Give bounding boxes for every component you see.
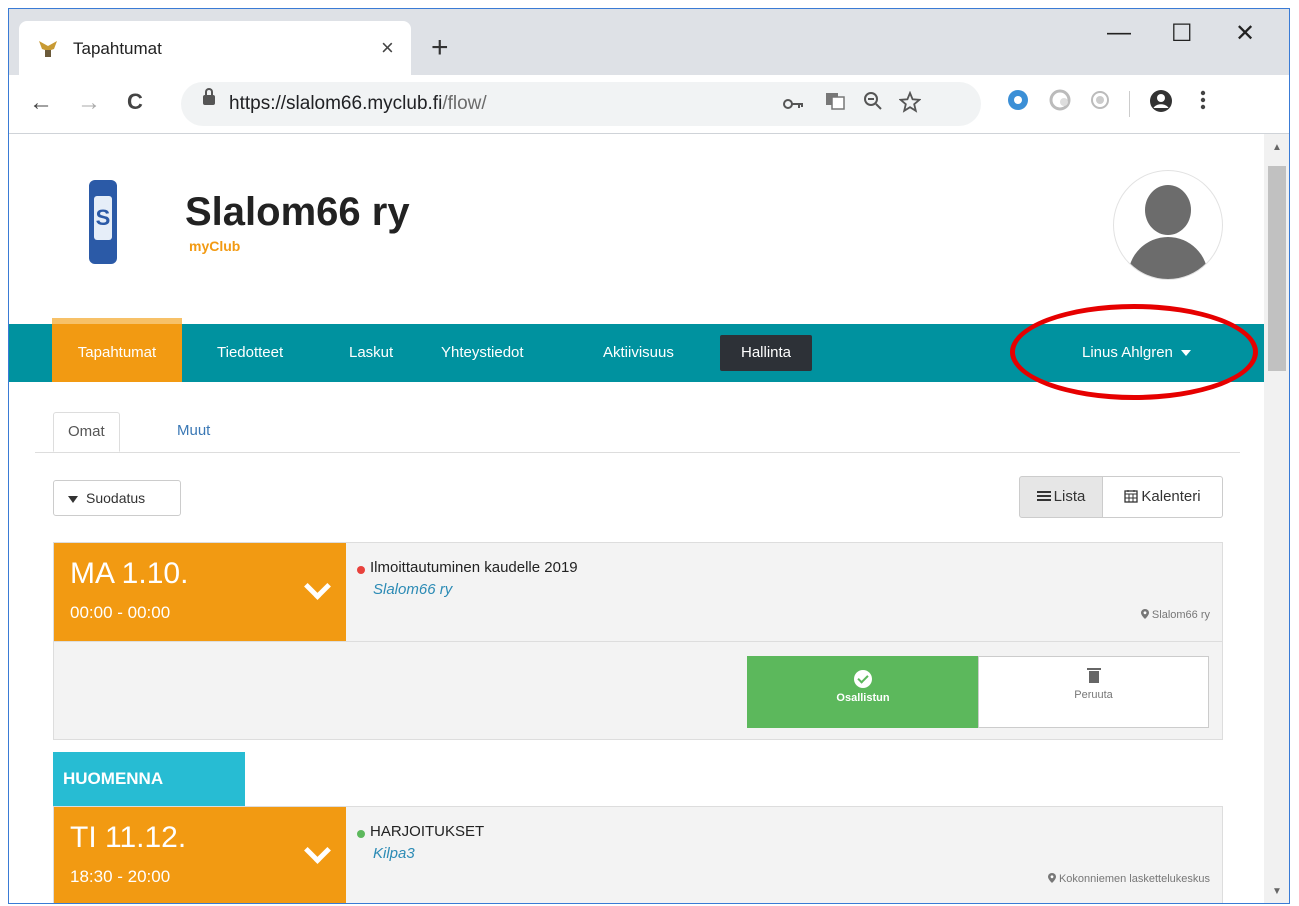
scrollbar[interactable]: ▲ ▼ — [1264, 134, 1289, 903]
cancel-button[interactable]: Peruuta — [978, 656, 1209, 728]
toolbar-divider — [1129, 91, 1130, 117]
filter-button[interactable]: Suodatus — [53, 480, 181, 516]
scrollbar-thumb[interactable] — [1268, 166, 1286, 371]
menu-icon[interactable] — [1199, 89, 1207, 111]
event-date: TI 11.12. — [70, 821, 187, 854]
event-date-box[interactable]: MA 1.10. 00:00 - 00:00 — [54, 543, 346, 641]
url-host: https://slalom66.myclub.fi — [229, 93, 443, 114]
event-card: TI 11.12. 18:30 - 20:00 HARJOITUKSET Kil… — [53, 806, 1223, 903]
tab-omat[interactable]: Omat — [53, 412, 120, 452]
new-tab-icon[interactable]: + — [431, 33, 449, 63]
tab-close-icon[interactable]: × — [381, 35, 394, 61]
event-group[interactable]: Slalom66 ry — [373, 581, 452, 598]
event-title: HARJOITUKSET — [370, 823, 485, 840]
translate-icon[interactable] — [825, 91, 845, 111]
calendar-icon — [1124, 490, 1139, 503]
nav-tapahtumat[interactable]: Tapahtumat — [52, 318, 182, 382]
avatar-head — [1145, 185, 1191, 235]
forward-icon[interactable]: → — [77, 89, 101, 117]
list-icon — [1036, 491, 1051, 501]
nav-hallinta[interactable]: Hallinta — [720, 335, 812, 371]
map-marker-icon — [1140, 609, 1149, 619]
address-bar[interactable]: https://slalom66.myclub.fi/flow/ — [181, 82, 981, 126]
sub-tabs: Omat Muut — [35, 402, 1240, 453]
minimize-icon[interactable]: — — [1107, 19, 1131, 47]
back-icon[interactable]: ← — [29, 89, 53, 117]
maximize-icon[interactable]: ☐ — [1171, 19, 1193, 48]
filter-label: Suodatus — [86, 490, 146, 506]
cancel-label: Peruuta — [1074, 689, 1113, 701]
event-location: Kokonniemen laskettelukeskus — [1047, 873, 1210, 885]
extension-blue-icon[interactable] — [1007, 89, 1029, 111]
calendar-view-button[interactable]: Kalenteri — [1102, 476, 1223, 518]
status-dot-icon — [357, 566, 365, 574]
web-page: S Slalom66 ry myClub Tapahtumat Tiedotte… — [9, 134, 1264, 903]
url-text: https://slalom66.myclub.fi/flow/ — [229, 93, 487, 115]
nav-yhteystiedot[interactable]: Yhteystiedot — [441, 324, 524, 382]
map-marker-icon — [1047, 873, 1056, 883]
tab-title: Tapahtumat — [73, 39, 162, 58]
avatar[interactable] — [1113, 170, 1223, 280]
logo-mark: S — [94, 196, 112, 240]
key-icon[interactable] — [783, 96, 805, 112]
club-logo: S — [89, 180, 117, 264]
scroll-down-icon[interactable]: ▼ — [1272, 886, 1282, 897]
nav-aktiivisuus[interactable]: Aktiivisuus — [603, 324, 674, 382]
event-group[interactable]: Kilpa3 — [373, 845, 415, 862]
browser-toolbar: ← → C https://slalom66.myclub.fi/flow/ — [9, 75, 1289, 134]
check-circle-icon — [854, 670, 872, 688]
browser-tab[interactable]: Tapahtumat × — [19, 21, 411, 81]
event-location-text: Slalom66 ry — [1151, 609, 1210, 621]
extension-gray2-icon[interactable] — [1089, 89, 1111, 111]
site-title: Slalom66 ry — [185, 190, 410, 234]
site-subtitle: myClub — [189, 238, 241, 254]
reload-icon[interactable]: C — [127, 89, 143, 115]
tab-muut[interactable]: Muut — [163, 412, 224, 452]
extension-gray-icon[interactable] — [1049, 89, 1071, 111]
avatar-body — [1128, 237, 1208, 279]
view-toggle: Lista Kalenteri — [1019, 476, 1223, 518]
event-time: 18:30 - 20:00 — [70, 867, 171, 886]
account-icon[interactable] — [1149, 89, 1173, 113]
nav-laskut[interactable]: Laskut — [349, 324, 393, 382]
chevron-down-icon[interactable] — [304, 573, 331, 600]
list-view-label: Lista — [1053, 488, 1086, 505]
browser-window: Tapahtumat × + — ☐ ✕ ← → C https://slalo… — [8, 8, 1290, 904]
list-view-button[interactable]: Lista — [1019, 476, 1103, 518]
attend-button[interactable]: Osallistun — [747, 656, 979, 728]
event-location-text: Kokonniemen laskettelukeskus — [1058, 873, 1210, 885]
zoom-icon[interactable] — [863, 91, 883, 111]
calendar-view-label: Kalenteri — [1141, 488, 1201, 505]
event-time: 00:00 - 00:00 — [70, 603, 171, 622]
attend-label: Osallistun — [836, 692, 890, 704]
annotation-circle — [1010, 304, 1258, 400]
chevron-down-icon[interactable] — [304, 837, 331, 864]
event-date-box[interactable]: TI 11.12. 18:30 - 20:00 — [54, 807, 346, 903]
trash-icon — [1086, 668, 1101, 683]
url-path: /flow/ — [442, 93, 487, 114]
nav-tiedotteet[interactable]: Tiedotteet — [217, 324, 283, 382]
favicon-icon — [39, 41, 57, 57]
status-dot-icon — [357, 830, 365, 838]
star-icon[interactable] — [899, 91, 921, 113]
section-header: HUOMENNA — [53, 752, 245, 806]
tab-strip: Tapahtumat × + — ☐ ✕ — [9, 9, 1289, 81]
scroll-up-icon[interactable]: ▲ — [1272, 142, 1282, 153]
event-card: MA 1.10. 00:00 - 00:00 Ilmoittautuminen … — [53, 542, 1223, 740]
event-date: MA 1.10. — [70, 557, 189, 590]
event-actions: Osallistun Peruuta — [54, 641, 1222, 740]
event-title: Ilmoittautuminen kaudelle 2019 — [370, 559, 578, 576]
window-close-icon[interactable]: ✕ — [1235, 19, 1255, 48]
lock-icon — [203, 88, 215, 105]
filter-icon — [68, 495, 78, 503]
event-location: Slalom66 ry — [1140, 609, 1210, 621]
